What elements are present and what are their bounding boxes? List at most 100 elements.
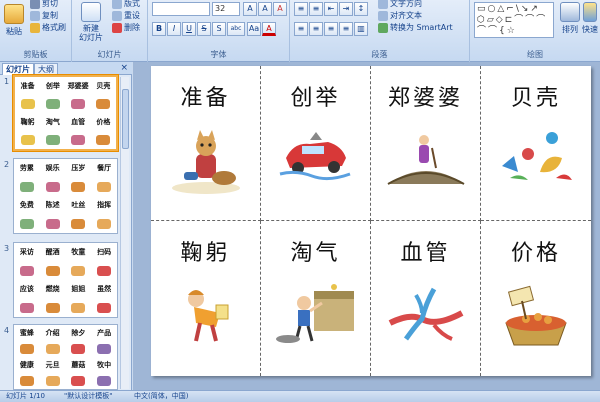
font-label: 字体 (210, 50, 227, 59)
picture-icon (97, 181, 112, 192)
slide-editor-area: 准备 创举 郑婆婆 贝壳鞠躬 淘气 血管 价格 (133, 62, 600, 390)
word-card[interactable]: 贝壳 (481, 66, 591, 221)
thumbnail-picture (15, 131, 40, 149)
thumbnail-picture (91, 299, 117, 318)
word-card[interactable]: 创举 (261, 66, 371, 221)
align-right-button[interactable]: ≡ (324, 22, 338, 36)
delete-icon (112, 22, 122, 33)
format-painter-button[interactable]: 格式刷 (30, 22, 66, 33)
card-word: 淘气 (290, 241, 341, 266)
scrollbar-thumb[interactable] (122, 89, 129, 149)
shadow-button[interactable]: S (212, 22, 226, 36)
line-spacing-button[interactable]: ↕ (354, 2, 368, 16)
layout-button[interactable]: 版式 (112, 0, 140, 9)
delete-slide-button[interactable]: 删除 (112, 22, 140, 33)
italic-button[interactable]: I (167, 22, 181, 36)
bowing-girl-picture (151, 283, 260, 348)
card-word: 创举 (290, 86, 341, 111)
word-card[interactable]: 血管 (371, 221, 481, 376)
font-name-combo[interactable] (152, 2, 210, 16)
thumbnail-picture (91, 373, 117, 389)
paste-button[interactable]: 粘贴 (3, 4, 25, 37)
thumbnail-picture (66, 178, 92, 197)
thumbnail-word: 元旦 (45, 361, 60, 369)
align-text-icon (378, 10, 388, 21)
quick-styles-button[interactable]: 快速 (582, 2, 598, 35)
thumbnail-word: 免费 (19, 201, 34, 210)
align-text-button[interactable]: 对齐文本 (378, 10, 422, 21)
thumbnail-picture (91, 131, 116, 149)
card-word: 鞠躬 (180, 241, 231, 266)
grow-font-button[interactable]: A (243, 2, 257, 16)
reset-button[interactable]: 重设 (112, 10, 140, 21)
tab-slides[interactable]: 幻灯片 (2, 63, 34, 75)
picture-icon (45, 99, 60, 109)
picture-icon (96, 135, 111, 145)
paste-icon (4, 4, 24, 24)
close-panel-icon[interactable]: × (120, 63, 128, 73)
cut-button[interactable]: 剪切 (30, 0, 58, 9)
tab-outline[interactable]: 大纲 (34, 63, 58, 75)
clear-format-button[interactable]: A (273, 2, 287, 16)
shapes-gallery[interactable]: ▭○△⌐\↘↗ ⬡▱◇⊏⌒⌒⌒ ⌒⌒{☆ (474, 2, 554, 38)
bullets-button[interactable]: ≡ (294, 2, 308, 16)
thumbnail-word: 蜜蜂 (19, 329, 34, 337)
picture-icon (19, 302, 34, 313)
picture-icon (19, 181, 34, 192)
thumbnail-word: 准备 (20, 82, 35, 90)
picture-icon (45, 344, 60, 354)
panel-scrollbar[interactable] (120, 77, 129, 389)
thumbnail-picture (40, 262, 66, 281)
thumbnail-word: 陈述 (45, 201, 60, 210)
strikethrough-button[interactable]: S (197, 22, 211, 36)
numbering-button[interactable]: ≡ (309, 2, 323, 16)
brush-icon (30, 22, 40, 33)
shrink-font-button[interactable]: A (258, 2, 272, 16)
word-card[interactable]: 淘气 (261, 221, 371, 376)
thumbnail-word: 牧中 (97, 361, 112, 369)
font-color-button[interactable]: A (262, 22, 276, 36)
thumbnail-word: 采访 (19, 248, 34, 257)
thumbnail-word: 淘气 (45, 118, 60, 126)
drawing-label: 绘图 (527, 50, 543, 59)
copy-icon (30, 10, 40, 21)
drawing-group: ▭○△⌐\↘↗ ⬡▱◇⊏⌒⌒⌒ ⌒⌒{☆ 排列 快速 绘图 (470, 0, 600, 62)
bold-button[interactable]: B (152, 22, 166, 36)
current-slide[interactable]: 准备 创举 郑婆婆 贝壳鞠躬 淘气 血管 价格 (151, 66, 591, 376)
card-word: 血管 (400, 241, 451, 266)
char-spacing-button[interactable]: abc (227, 22, 245, 36)
thumbnail-picture (66, 262, 92, 281)
word-card[interactable]: 价格 (481, 221, 591, 376)
convert-smartart-button[interactable]: 转换为 SmartArt (378, 22, 453, 33)
language-indicator[interactable]: 中文(简体，中国) (134, 391, 188, 402)
picture-icon (19, 344, 34, 354)
thumbnail-number: 2 (4, 160, 10, 169)
underline-button[interactable]: U (182, 22, 196, 36)
new-slide-button[interactable]: 新建 幻灯片 (76, 2, 106, 42)
slide-thumbnail-2[interactable]: 劳累 娱乐 压岁 餐厅 免费 陈述 吐丝 指挥 (13, 158, 118, 234)
decrease-indent-button[interactable]: ⇤ (324, 2, 338, 16)
reset-icon (112, 10, 122, 21)
columns-button[interactable]: ▥ (354, 22, 368, 36)
thumbnail-word: 应该 (19, 285, 34, 294)
font-size-combo[interactable]: 32 (212, 2, 240, 16)
align-left-button[interactable]: ≡ (294, 22, 308, 36)
slide-navigation-panel: 幻灯片 大纲 × 1 准备 创举 郑婆婆 贝壳 鞠躬 淘气 血管 价格 2 劳累 娱乐 压岁 餐厅 免费 陈述… (0, 62, 132, 390)
slide-thumbnail-1[interactable]: 准备 创举 郑婆婆 贝壳 鞠躬 淘气 血管 价格 (13, 75, 118, 151)
picture-icon (71, 218, 86, 229)
slide-thumbnail-3[interactable]: 采访 醒酒 牧童 扫码 应该 燃烧 姐姐 虽然 (13, 242, 118, 318)
arrange-button[interactable]: 排列 (560, 2, 580, 35)
word-card[interactable]: 准备 (151, 66, 261, 221)
thumbnail-picture (91, 215, 117, 234)
slide-thumbnail-4[interactable]: 蜜蜂 介绍 除夕 产品 健康 元旦 蘑菇 牧中 (13, 324, 118, 390)
thumbnail-picture (14, 262, 40, 281)
justify-button[interactable]: ≡ (339, 22, 353, 36)
copy-button[interactable]: 复制 (30, 10, 58, 21)
align-center-button[interactable]: ≡ (309, 22, 323, 36)
thumbnail-word: 牧童 (71, 248, 86, 257)
word-card[interactable]: 郑婆婆 (371, 66, 481, 221)
word-card[interactable]: 鞠躬 (151, 221, 261, 376)
change-case-button[interactable]: Aa (247, 22, 261, 36)
text-direction-button[interactable]: 文字方向 (378, 0, 422, 9)
increase-indent-button[interactable]: ⇥ (339, 2, 353, 16)
